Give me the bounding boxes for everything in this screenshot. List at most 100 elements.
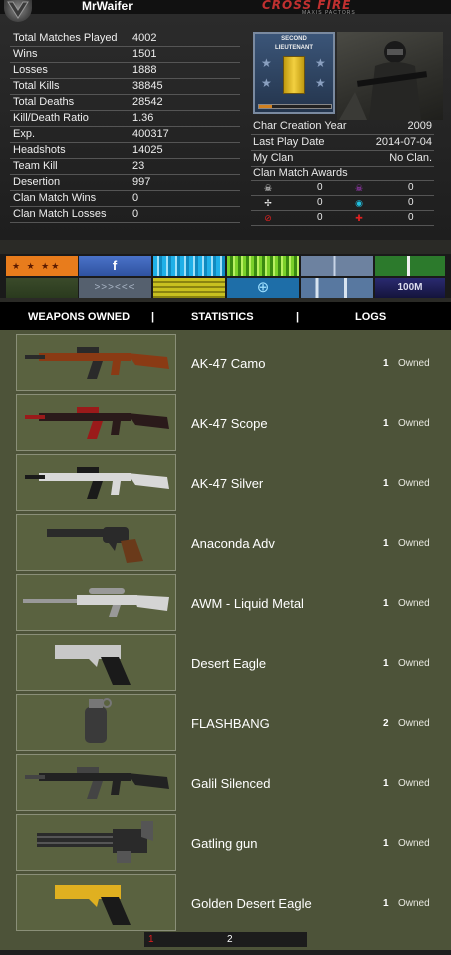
award-count: 0 — [408, 182, 414, 193]
award-cell: ☠ 0 — [342, 181, 433, 195]
stats-table: Total Matches Played 4002 Wins 1501 Losses 18… — [10, 31, 240, 223]
ribbon-badge-dark-green — [375, 256, 445, 276]
skull-purple-icon: ☠ — [354, 183, 364, 193]
stat-value: 4002 — [132, 32, 157, 44]
weapon-count: 1 — [383, 898, 389, 909]
info-label: Last Play Date — [253, 136, 325, 148]
weapon-name: Gatling gun — [191, 836, 258, 851]
stat-row: Desertion 997 — [10, 175, 240, 191]
stat-row: Total Matches Played 4002 — [10, 31, 240, 47]
weapon-row[interactable]: AK-47 Camo 1 Owned — [16, 334, 444, 392]
stat-row: Losses 1888 — [10, 63, 240, 79]
stat-value: 1.36 — [132, 112, 154, 124]
weapon-row[interactable]: AK-47 Silver 1 Owned — [16, 454, 444, 512]
weapon-image — [16, 574, 176, 631]
info-label: My Clan — [253, 152, 294, 164]
star-icon: ★ — [261, 56, 272, 70]
weapon-row[interactable]: Anaconda Adv 1 Owned — [16, 514, 444, 572]
username: MrWaifer — [82, 0, 133, 13]
badge-strip: ★ ★ ★★ f >>><<< ⊕ 100M — [0, 254, 451, 298]
weapon-row[interactable]: Desert Eagle 1 Owned — [16, 634, 444, 692]
weapon-row[interactable]: FLASHBANG 2 Owned — [16, 694, 444, 752]
weapon-row[interactable]: AWM - Liquid Metal 1 Owned — [16, 574, 444, 632]
weapon-name: AK-47 Scope — [191, 416, 268, 431]
weapon-image — [16, 874, 176, 931]
tab-statistics[interactable]: STATISTICS — [191, 311, 254, 323]
stat-value: 14025 — [132, 144, 163, 156]
award-cell: ✚ 0 — [342, 211, 433, 225]
weapon-count: 1 — [383, 838, 389, 849]
avatar — [4, 0, 32, 22]
weapon-owned-label: Owned — [398, 718, 430, 729]
footer-bar — [0, 950, 451, 955]
weapon-row[interactable]: Gatling gun 1 Owned — [16, 814, 444, 872]
stat-label: Kill/Death Ratio — [13, 112, 89, 124]
stars-badge: ★ ★ ★★ — [6, 256, 78, 276]
skull-icon: ☠ — [263, 183, 273, 193]
weapon-image — [16, 394, 176, 451]
weapon-count: 2 — [383, 718, 389, 729]
stat-row: Wins 1501 — [10, 47, 240, 63]
stat-value: 997 — [132, 176, 151, 188]
star-icon: ★ — [315, 56, 326, 70]
award-cell: ⊘ 0 — [251, 211, 342, 225]
page-1-link[interactable]: 1 — [148, 934, 154, 945]
stat-label: Total Kills — [13, 80, 60, 92]
stat-label: Headshots — [13, 144, 66, 156]
stat-value: 38845 — [132, 80, 163, 92]
profile-nav: WEAPONS OWNED | STATISTICS | LOGS — [0, 302, 451, 330]
crosshair-badge-icon: ⊕ — [227, 278, 299, 298]
weapon-image — [16, 454, 176, 511]
award-count: 0 — [408, 212, 414, 223]
weapon-name: AK-47 Silver — [191, 476, 264, 491]
stat-row: Total Deaths 28542 — [10, 95, 240, 111]
info-label: Char Creation Year — [253, 120, 347, 132]
stat-label: Desertion — [13, 176, 61, 188]
stat-row: Kill/Death Ratio 1.36 — [10, 111, 240, 127]
nav-separator: | — [296, 311, 300, 323]
stat-value: 23 — [132, 160, 145, 172]
amount-badge: 100M — [375, 278, 445, 298]
stat-label: Team Kill — [13, 160, 58, 172]
rank-title-line1: SECOND — [281, 36, 307, 42]
stat-value: 0 — [132, 208, 139, 220]
info-value: 2009 — [407, 120, 432, 132]
stat-row: Clan Match Wins 0 — [10, 191, 240, 207]
ribbon-badge-steel — [301, 278, 373, 298]
target-icon: ◉ — [355, 198, 363, 208]
weapon-image — [16, 754, 176, 811]
award-cell: ◉ 0 — [342, 196, 433, 210]
award-count: 0 — [408, 197, 414, 208]
info-value: 2014-07-04 — [375, 136, 432, 148]
tab-logs[interactable]: LOGS — [355, 311, 386, 323]
weapon-row[interactable]: Galil Silenced 1 Owned — [16, 754, 444, 812]
weapon-row[interactable]: Golden Desert Eagle 1 Owned — [16, 874, 444, 932]
stat-label: Clan Match Wins — [13, 192, 97, 204]
soldier-image — [337, 32, 443, 120]
arrows-badge: >>><<< — [79, 278, 151, 298]
tab-weapons-owned[interactable]: WEAPONS OWNED — [28, 311, 130, 323]
stat-label: Clan Match Losses — [13, 208, 107, 220]
weapon-image — [16, 334, 176, 391]
stat-row: Total Kills 38845 — [10, 79, 240, 95]
stat-row: Exp. 400317 — [10, 127, 240, 143]
avatar-emblem-icon — [7, 1, 29, 19]
weapon-owned-label: Owned — [398, 838, 430, 849]
weapon-owned-label: Owned — [398, 598, 430, 609]
star-icon: ★ — [315, 76, 326, 90]
weapon-row[interactable]: AK-47 Scope 1 Owned — [16, 394, 444, 452]
rank-insignia: SECOND LIEUTENANT ★ ★ ★ ★ — [253, 32, 335, 114]
award-cell: ☠ 0 — [251, 181, 342, 195]
rank-title-line2: LIEUTENANT — [275, 45, 313, 51]
rank-bar-icon — [283, 56, 305, 94]
page-2-link[interactable]: 2 — [227, 934, 233, 945]
stat-label: Losses — [13, 64, 48, 76]
weapon-image — [16, 514, 176, 571]
info-row: Char Creation Year 2009 — [251, 119, 434, 135]
facebook-badge[interactable]: f — [79, 256, 151, 276]
award-row: ✢ 0 ◉ 0 — [251, 196, 434, 211]
award-count: 0 — [317, 212, 323, 223]
weapon-image — [16, 814, 176, 871]
award-row: ⊘ 0 ✚ 0 — [251, 211, 434, 226]
rank-progress — [258, 104, 332, 109]
